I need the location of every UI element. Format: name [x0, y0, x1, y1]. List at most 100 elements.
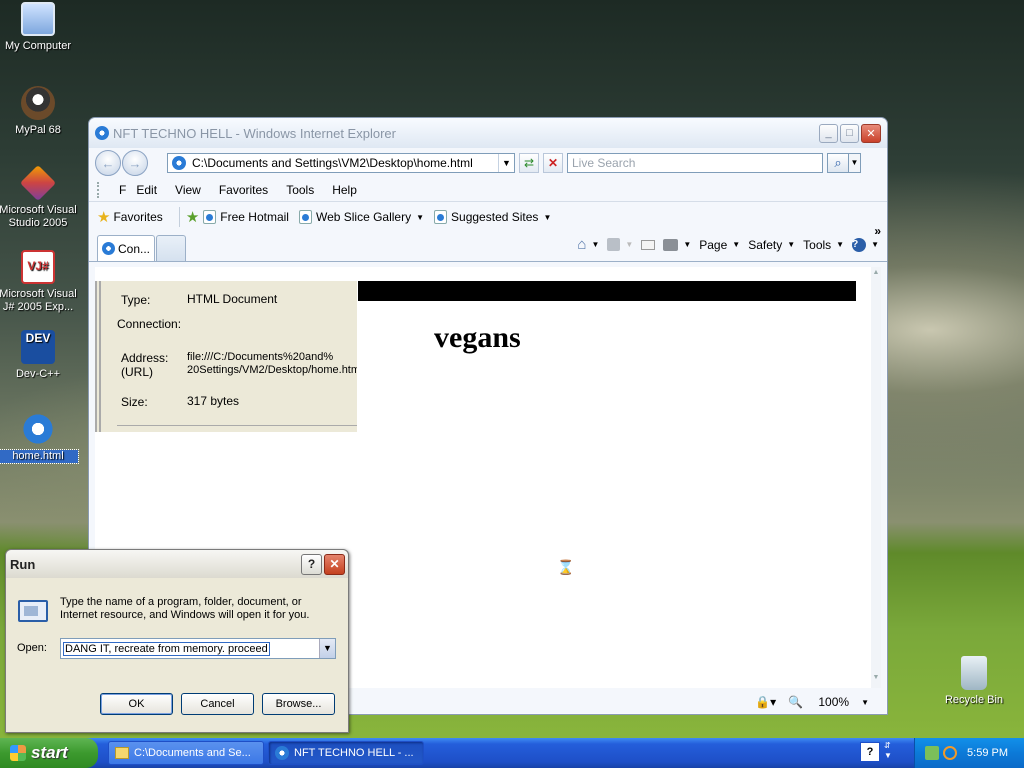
scroll-up-icon[interactable]: ▲ — [871, 269, 881, 281]
fav-link-hotmail[interactable]: Free Hotmail — [203, 210, 289, 224]
desktop-icon-label: Recycle Bin — [944, 694, 1004, 706]
network-icon[interactable] — [925, 746, 939, 760]
mail-icon[interactable] — [641, 239, 656, 250]
maximize-button[interactable]: □ — [840, 123, 859, 143]
forward-button[interactable]: → — [122, 150, 148, 176]
new-tab-button[interactable] — [156, 235, 186, 261]
back-button[interactable]: ← — [95, 150, 121, 176]
ie-icon — [275, 746, 289, 760]
desktop-icon-recycle-bin[interactable]: Recycle Bin — [934, 656, 1014, 707]
run-close-button[interactable]: ✕ — [324, 553, 345, 575]
fav-link-label: Web Slice Gallery — [315, 210, 412, 224]
tools-menu-label: Tools — [803, 237, 832, 252]
favorites-button[interactable]: ★ Favorites — [97, 208, 163, 226]
menu-edit[interactable]: Edit — [136, 183, 157, 197]
star-icon: ★ — [97, 209, 111, 226]
search-icon[interactable] — [943, 746, 957, 760]
property-value: HTML Document — [187, 293, 278, 306]
tools-menu-button[interactable]: Tools ▼ — [803, 238, 844, 252]
desktop-icon-label: Microsoft Visual Studio 2005 — [0, 204, 77, 229]
help-button[interactable]: ? — [301, 553, 322, 575]
open-combobox[interactable]: DANG IT, recreate from memory. proceed ▼ — [60, 638, 336, 659]
taskbar-item-explorer[interactable]: C:\Documents and Se... — [108, 741, 264, 765]
chevron-down-icon: ▼ — [416, 212, 425, 222]
page-menu-button[interactable]: Page ▼ — [699, 238, 740, 252]
run-dialog: Run ? ✕ Type the name of a program, fold… — [5, 549, 349, 733]
desktop-icon-home-html[interactable]: home.html — [0, 412, 79, 464]
desktop-icon-my-computer[interactable]: My Computer — [0, 2, 78, 53]
print-icon[interactable] — [663, 238, 679, 251]
chevron-down-icon[interactable]: ▼ — [625, 240, 633, 249]
tab-current[interactable]: Con... — [97, 235, 155, 261]
address-dropdown-button[interactable]: ▼ — [498, 154, 514, 172]
start-button[interactable]: start — [0, 738, 98, 768]
search-button[interactable]: ⌕ — [827, 153, 849, 173]
fav-link-suggested-sites[interactable]: Suggested Sites ▼ — [434, 210, 551, 224]
chevron-down-icon[interactable]: ▼ — [871, 240, 879, 249]
fav-link-web-slice-gallery[interactable]: Web Slice Gallery ▼ — [298, 210, 425, 224]
refresh-button[interactable]: ⇄ — [519, 153, 539, 173]
property-size: Size: 317 bytes — [121, 395, 357, 409]
computer-icon — [21, 2, 55, 36]
open-input-value[interactable]: DANG IT, recreate from memory. proceed — [63, 641, 270, 656]
browse-button[interactable]: Browse... — [262, 693, 335, 715]
property-connection: Connection: — [117, 317, 183, 331]
taskbar-item-ie[interactable]: NFT TECHNO HELL - ... — [268, 741, 424, 765]
property-key: Address: — [121, 351, 169, 365]
run-title-bar[interactable]: Run ? ✕ — [6, 550, 348, 578]
ie-title-bar[interactable]: NFT TECHNO HELL - Windows Internet Explo… — [89, 118, 887, 148]
chevron-down-icon[interactable]: ▼ — [683, 240, 691, 249]
search-placeholder: Live Search — [572, 156, 636, 170]
clock[interactable]: 5:59 PM — [967, 747, 1008, 759]
zoom-dropdown-icon[interactable]: ▼ — [861, 698, 869, 707]
toolbar-grip[interactable] — [97, 181, 101, 198]
add-favorite-icon[interactable]: ★ — [186, 208, 199, 226]
folder-icon — [115, 747, 129, 759]
chevron-down-icon[interactable]: ▼ — [591, 240, 599, 249]
menu-view[interactable]: View — [175, 183, 201, 197]
desktop-icon-mypal[interactable]: MyPal 68 — [0, 86, 78, 137]
language-bar-options-icon[interactable]: ⇵ ▼ — [884, 741, 892, 761]
taskbar-item-label: NFT TECHNO HELL - ... — [294, 747, 414, 759]
page-heading: vegans — [434, 321, 521, 354]
minimize-button[interactable]: _ — [819, 123, 838, 143]
close-button[interactable]: ✕ — [861, 123, 881, 143]
desktop-icon-label: home.html — [0, 449, 79, 464]
fav-link-label: Suggested Sites — [451, 210, 539, 224]
search-input[interactable]: Live Search — [567, 153, 823, 173]
language-bar-help-icon[interactable]: ? — [860, 742, 880, 762]
desktop-icon-visual-studio[interactable]: Microsoft Visual Studio 2005 — [0, 164, 78, 230]
page-icon — [172, 156, 186, 170]
desktop-icon-dev-cpp[interactable]: DEV Dev-C++ — [0, 330, 78, 381]
stop-button[interactable]: ✕ — [543, 153, 563, 173]
property-key: Size: — [121, 395, 148, 409]
address-bar[interactable]: C:\Documents and Settings\VM2\Desktop\ho… — [167, 153, 515, 173]
menu-favorites[interactable]: Favorites — [219, 183, 268, 197]
menu-help[interactable]: Help — [332, 183, 357, 197]
ok-button[interactable]: OK — [100, 693, 173, 715]
tab-label: Con... — [118, 241, 151, 256]
security-zone-icon[interactable]: 🔒▾ — [755, 695, 776, 709]
page-icon — [102, 242, 115, 255]
feeds-icon[interactable] — [607, 238, 621, 251]
safety-menu-button[interactable]: Safety ▼ — [748, 238, 795, 252]
favorites-bar: ★ Favorites ★ Free Hotmail Web Slice Gal… — [89, 202, 887, 232]
scroll-down-icon[interactable]: ▼ — [871, 674, 881, 686]
system-tray: 5:59 PM — [914, 738, 1024, 768]
zoom-control[interactable]: 🔍 100% — [788, 695, 849, 709]
desktop-icon-visual-jsharp[interactable]: VJ# Microsoft Visual J# 2005 Exp... — [0, 250, 78, 314]
menu-file[interactable]: F — [119, 183, 126, 197]
more-commands-icon[interactable]: » — [874, 224, 881, 238]
property-type: Type: HTML Document — [121, 293, 357, 307]
chevron-down-icon: ▼ — [836, 240, 845, 249]
open-dropdown-button[interactable]: ▼ — [319, 639, 335, 658]
cancel-button[interactable]: Cancel — [181, 693, 254, 715]
vertical-scrollbar[interactable]: ▲ ▼ — [871, 267, 881, 688]
menu-tools[interactable]: Tools — [286, 183, 314, 197]
search-options-button[interactable]: ▼ — [849, 153, 861, 173]
help-icon[interactable]: ? — [852, 237, 867, 252]
home-icon[interactable]: ⌂ — [577, 236, 586, 253]
windows-logo-icon — [10, 745, 26, 761]
favorites-label: Favorites — [113, 210, 163, 224]
page-icon — [434, 210, 448, 224]
